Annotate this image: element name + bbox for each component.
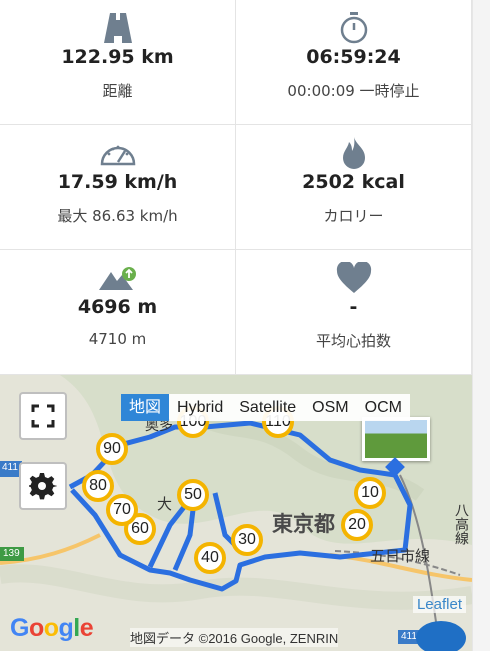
- km-marker-70[interactable]: 70: [106, 494, 138, 526]
- gear-icon: [29, 473, 57, 500]
- heart-icon: [236, 260, 471, 296]
- fullscreen-button[interactable]: [19, 392, 67, 440]
- stat-value: 06:59:24: [306, 46, 401, 68]
- google-logo: Google: [10, 614, 94, 642]
- route-shield-411: 411: [2, 462, 18, 473]
- km-marker-10[interactable]: 10: [354, 477, 386, 509]
- stat-label: 最大 86.63 km/h: [57, 207, 178, 225]
- camera-icon[interactable]: [416, 621, 466, 651]
- layer-option-hybrid[interactable]: Hybrid: [169, 394, 231, 421]
- km-marker-30[interactable]: 30: [231, 524, 263, 556]
- layer-option-map[interactable]: 地図: [121, 394, 170, 421]
- stat-value: 4696 m: [77, 296, 158, 318]
- stat-calories: 2502 kcal カロリー: [236, 125, 472, 250]
- speedometer-icon: [0, 135, 235, 171]
- flame-icon: [236, 135, 471, 171]
- activity-stats-grid: 122.95 km 距離 06:59:24 00:00:09 一時停止 17.5…: [0, 0, 472, 375]
- elevation-icon: [0, 260, 235, 296]
- place-label-hachiko-line: 八高線: [454, 503, 470, 545]
- layer-option-osm[interactable]: OSM: [304, 394, 356, 421]
- stat-value: -: [349, 296, 358, 318]
- stat-label: 平均心拍数: [315, 332, 391, 350]
- stat-label: 4710 m: [88, 330, 147, 348]
- stat-label: 距離: [102, 82, 133, 100]
- layer-option-ocm[interactable]: OCM: [357, 394, 410, 421]
- stat-label: 00:00:09 一時停止: [287, 82, 420, 100]
- km-marker-80[interactable]: 80: [82, 470, 114, 502]
- stat-value: 2502 kcal: [302, 171, 405, 193]
- layer-switcher[interactable]: 地図 Hybrid Satellite OSM OCM: [121, 394, 410, 421]
- leaflet-link[interactable]: Leaflet: [412, 596, 466, 613]
- layer-option-satellite[interactable]: Satellite: [231, 394, 304, 421]
- km-marker-90[interactable]: 90: [96, 433, 128, 465]
- stopwatch-icon: [236, 10, 471, 46]
- photo-thumbnail[interactable]: [362, 417, 430, 461]
- fullscreen-icon: [31, 404, 55, 428]
- place-label-itsukaichi-line: 五日市線: [370, 548, 431, 565]
- km-marker-20[interactable]: 20: [341, 509, 373, 541]
- place-label-o: 大: [157, 496, 173, 513]
- stat-value: 122.95 km: [61, 46, 174, 68]
- km-marker-40[interactable]: 40: [194, 542, 226, 574]
- map-attribution[interactable]: 地図データ ©2016 Google, ZENRIN: [130, 628, 339, 647]
- stat-value: 17.59 km/h: [57, 171, 178, 193]
- km-marker-50[interactable]: 50: [177, 479, 209, 511]
- route-map[interactable]: 東京都 大 五日市線 八高線 411 139 411 奥多 10 20 30 40 50…: [0, 375, 472, 651]
- road-icon: [0, 10, 235, 46]
- stat-label: カロリー: [323, 207, 384, 225]
- settings-button[interactable]: [19, 462, 67, 510]
- route-shield-139: 139: [3, 548, 20, 559]
- scrollbar[interactable]: [472, 0, 490, 651]
- place-label-tokyo: 東京都: [272, 513, 335, 536]
- stat-distance: 122.95 km 距離: [0, 0, 236, 125]
- stat-speed: 17.59 km/h 最大 86.63 km/h: [0, 125, 236, 250]
- route-shield-411: 411: [401, 631, 417, 642]
- stat-heart-rate: - 平均心拍数: [236, 250, 472, 375]
- stat-duration: 06:59:24 00:00:09 一時停止: [236, 0, 472, 125]
- stat-elevation: 4696 m 4710 m: [0, 250, 236, 375]
